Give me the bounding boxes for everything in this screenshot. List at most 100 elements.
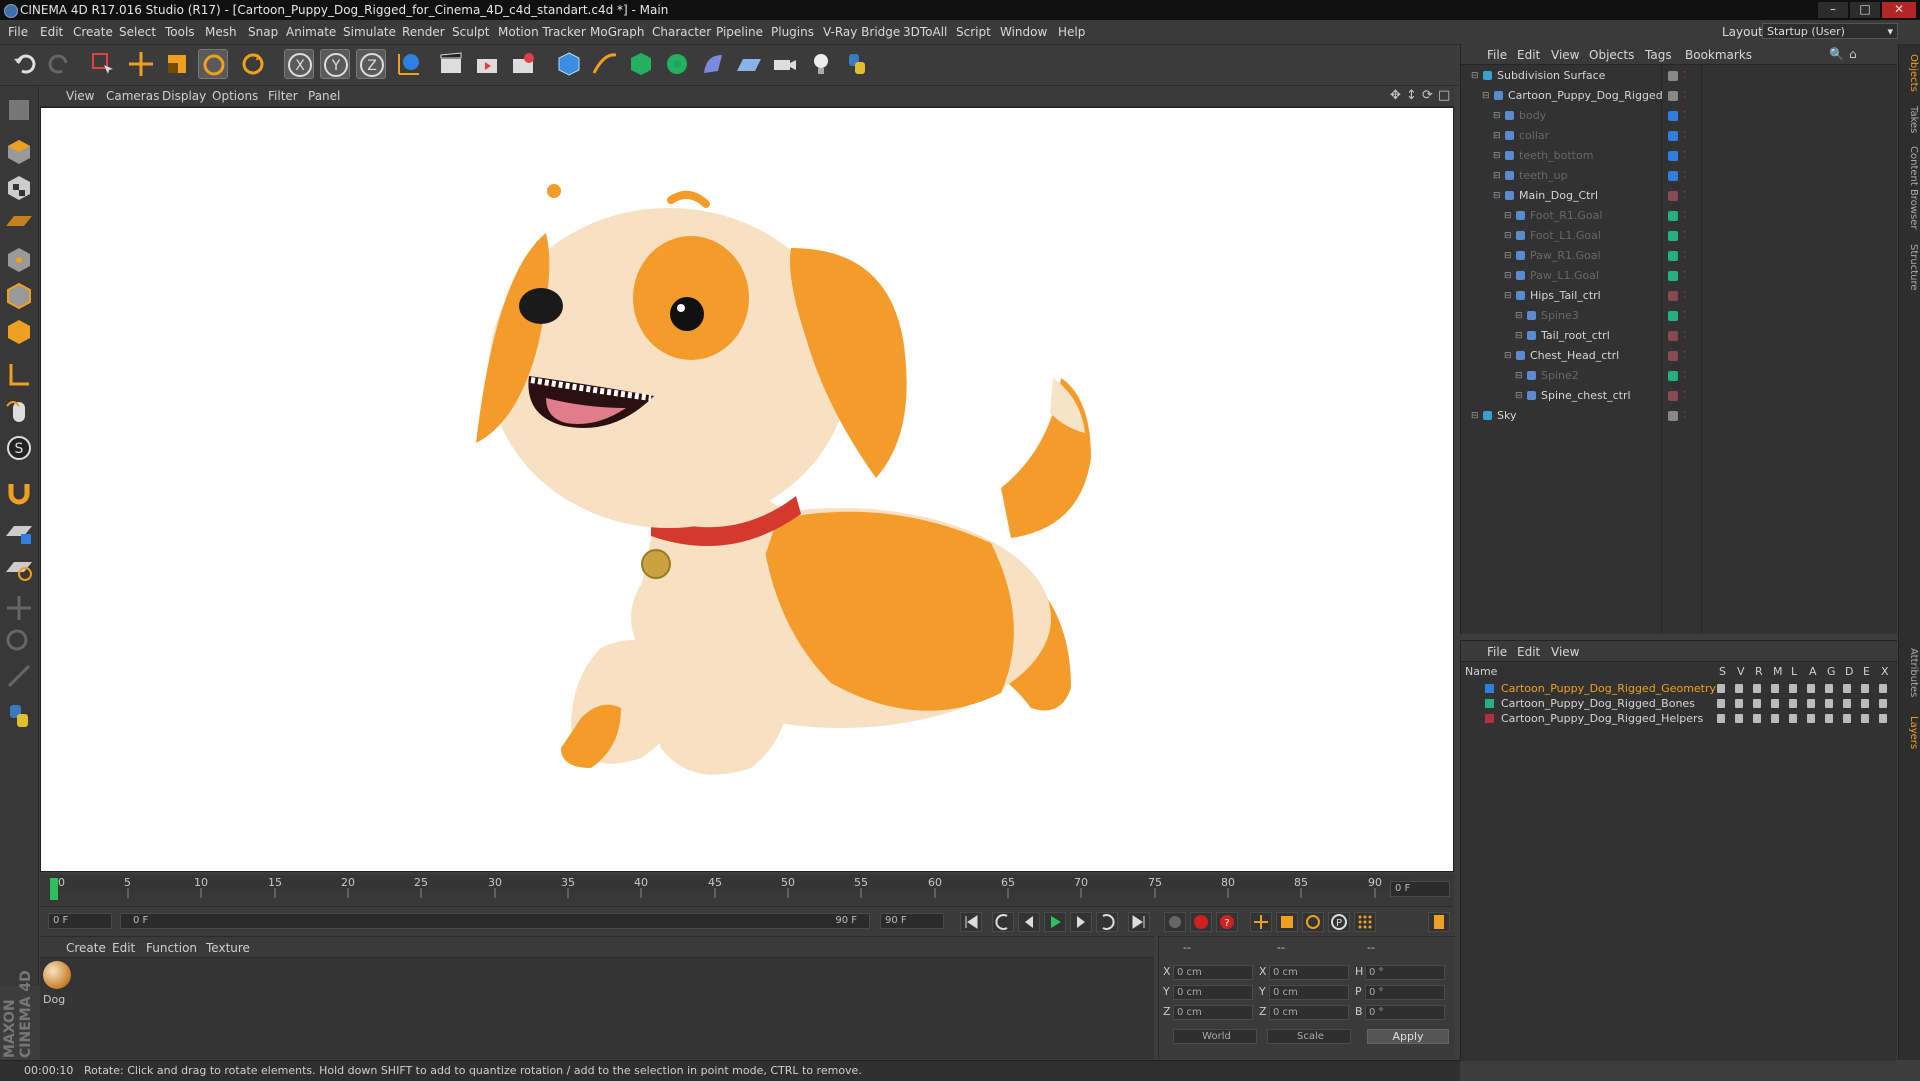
expand-toggle-icon[interactable]: ⊟ [1493, 126, 1501, 146]
viewport-maximize-icon[interactable]: □ [1438, 88, 1450, 103]
visibility-dots-icon[interactable]: ⁚ [1683, 246, 1686, 266]
layer-flag-icon[interactable] [1879, 699, 1887, 708]
expand-toggle-icon[interactable]: ⊟ [1493, 186, 1501, 206]
object-row[interactable]: ⊟ Cartoon_Puppy_Dog_Rigged ⁚ [1461, 86, 1897, 106]
menu-motion-tracker[interactable]: Motion Tracker [498, 25, 586, 39]
material-menu-edit[interactable]: Edit [112, 941, 135, 955]
layer-color-swatch[interactable] [1668, 131, 1678, 141]
layer-color-swatch[interactable] [1668, 331, 1678, 341]
layer-color-swatch[interactable] [1668, 211, 1678, 221]
start-frame-field[interactable]: 0 F [48, 913, 112, 929]
python-script-button[interactable] [3, 700, 35, 732]
layer-flag-icon[interactable] [1825, 699, 1833, 708]
minimize-button[interactable]: – [1818, 2, 1848, 18]
key-parameter-button[interactable]: P [1328, 912, 1350, 932]
viewport-zoom-icon[interactable]: ↕ [1406, 88, 1417, 103]
render-view-button[interactable] [436, 49, 466, 79]
om-menu-objects[interactable]: Objects [1589, 48, 1634, 62]
deformer-button[interactable] [698, 49, 728, 79]
layer-flag-icon[interactable] [1861, 699, 1869, 708]
layer-color-swatch[interactable] [1668, 251, 1678, 261]
layer-flag-icon[interactable] [1771, 714, 1779, 723]
layer-color-swatch[interactable] [1668, 271, 1678, 281]
points-mode-button[interactable] [3, 244, 35, 276]
x-axis-button[interactable]: X [284, 49, 314, 79]
visibility-dots-icon[interactable]: ⁚ [1683, 226, 1686, 246]
layer-flag-icon[interactable] [1735, 699, 1743, 708]
floor-button[interactable] [734, 49, 764, 79]
tab-content-browser[interactable]: Content Browser [1901, 146, 1919, 229]
expand-toggle-icon[interactable]: ⊟ [1493, 146, 1501, 166]
visibility-dots-icon[interactable]: ⁚ [1683, 366, 1686, 386]
object-row[interactable]: ⊟ teeth_up ⁚ [1461, 166, 1897, 186]
size-z-field[interactable]: 0 cm [1269, 1005, 1349, 1020]
next-frame-button[interactable] [1070, 912, 1092, 932]
python-button[interactable] [842, 49, 872, 79]
layer-color-swatch[interactable] [1668, 291, 1678, 301]
position-z-field[interactable]: 0 cm [1173, 1005, 1253, 1020]
layer-flag-icon[interactable] [1861, 714, 1869, 723]
viewport-menu-display[interactable]: Display [162, 89, 206, 103]
coordinate-system-button[interactable] [394, 49, 424, 79]
material-menu-function[interactable]: Function [146, 941, 197, 955]
apply-button[interactable]: Apply [1367, 1029, 1449, 1044]
layer-flag-icon[interactable] [1879, 684, 1887, 693]
visibility-dots-icon[interactable]: ⁚ [1683, 306, 1686, 326]
model-mode-button[interactable] [3, 136, 35, 168]
visibility-dots-icon[interactable]: ⁚ [1683, 266, 1686, 286]
viewport-rotate-icon[interactable]: ⟳ [1422, 88, 1433, 103]
visibility-dots-icon[interactable]: ⁚ [1683, 186, 1686, 206]
object-row[interactable]: ⊟ Spine_chest_ctrl ⁚ [1461, 386, 1897, 406]
layer-color-swatch[interactable] [1668, 231, 1678, 241]
object-row[interactable]: ⊟ Foot_L1.Goal ⁚ [1461, 226, 1897, 246]
size-y-field[interactable]: 0 cm [1269, 985, 1349, 1000]
layer-flag-icon[interactable] [1879, 714, 1887, 723]
lm-menu-edit[interactable]: Edit [1517, 645, 1540, 659]
layer-color-swatch[interactable] [1668, 71, 1678, 81]
layer-color-swatch[interactable] [1668, 111, 1678, 121]
menu-select[interactable]: Select [119, 25, 156, 39]
layer-row[interactable]: Cartoon_Puppy_Dog_Rigged_Geometry [1461, 681, 1897, 696]
menu-create[interactable]: Create [73, 25, 113, 39]
layer-flag-icon[interactable] [1789, 699, 1797, 708]
viewport[interactable] [40, 107, 1454, 872]
workplane-button[interactable] [3, 206, 35, 238]
om-menu-view[interactable]: View [1551, 48, 1579, 62]
tweak-mode-button[interactable] [3, 396, 35, 428]
menu-character[interactable]: Character [652, 25, 711, 39]
menu-mesh[interactable]: Mesh [205, 25, 237, 39]
move-disabled-button[interactable] [3, 592, 35, 624]
layer-row[interactable]: Cartoon_Puppy_Dog_Rigged_Bones [1461, 696, 1897, 711]
menu-tools[interactable]: Tools [165, 25, 195, 39]
viewport-menu-view[interactable]: View [66, 89, 94, 103]
polygons-mode-button[interactable] [3, 316, 35, 348]
object-row[interactable]: ⊟ teeth_bottom ⁚ [1461, 146, 1897, 166]
object-row[interactable]: ⊟ body ⁚ [1461, 106, 1897, 126]
tab-attributes[interactable]: Attributes [1901, 648, 1919, 697]
expand-toggle-icon[interactable]: ⊟ [1515, 366, 1523, 386]
material-dog-swatch[interactable] [43, 961, 71, 989]
grid-lock-button[interactable] [3, 516, 35, 548]
key-position-button[interactable] [1250, 912, 1272, 932]
object-row[interactable]: ⊟ Paw_R1.Goal ⁚ [1461, 246, 1897, 266]
layer-color-swatch[interactable] [1668, 171, 1678, 181]
viewport-menu-options[interactable]: Options [212, 89, 258, 103]
y-axis-button[interactable]: Y [320, 49, 350, 79]
cube-button[interactable] [554, 49, 584, 79]
expand-toggle-icon[interactable]: ⊟ [1504, 206, 1512, 226]
expand-toggle-icon[interactable]: ⊟ [1471, 406, 1479, 426]
key-scale-button[interactable] [1276, 912, 1298, 932]
expand-toggle-icon[interactable]: ⊟ [1515, 326, 1523, 346]
rotation-b-field[interactable]: 0 ° [1365, 1005, 1445, 1020]
viewport-menu-filter[interactable]: Filter [268, 89, 298, 103]
timeline-window-button[interactable] [1428, 912, 1450, 932]
preview-range-slider[interactable]: 0 F 90 F [120, 913, 870, 929]
record-button[interactable] [1190, 912, 1212, 932]
expand-toggle-icon[interactable]: ⊟ [1493, 106, 1501, 126]
spline-pen-button[interactable] [590, 49, 620, 79]
current-frame-field[interactable]: 0 F [1390, 881, 1450, 897]
menu-edit[interactable]: Edit [40, 25, 63, 39]
layer-color-swatch[interactable] [1668, 91, 1678, 101]
visibility-dots-icon[interactable]: ⁚ [1683, 126, 1686, 146]
expand-toggle-icon[interactable]: ⊟ [1471, 66, 1479, 86]
